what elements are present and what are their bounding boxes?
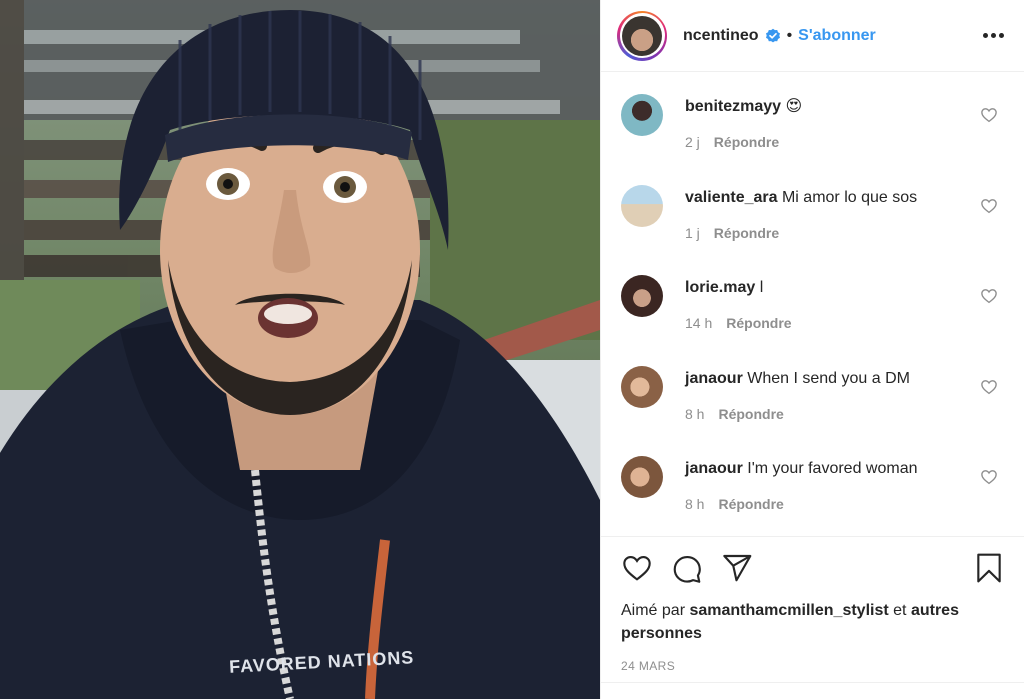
- commenter-avatar[interactable]: [621, 184, 663, 227]
- header-separator: •: [786, 26, 793, 44]
- comment-like-heart-icon[interactable]: [980, 468, 998, 486]
- commenter-avatar[interactable]: [621, 275, 663, 317]
- reply-button[interactable]: Répondre: [714, 225, 779, 241]
- comment-username[interactable]: benitezmayy: [685, 98, 781, 115]
- likes-summary: Aimé par samanthamcmillen_stylist et aut…: [601, 599, 1024, 645]
- post-photo-illustration: FAVORED NATIONS: [0, 0, 600, 699]
- comment-username[interactable]: valiente_ara: [685, 189, 778, 206]
- comment-username[interactable]: janaour: [685, 460, 743, 477]
- comment-input-divider: [601, 682, 1024, 683]
- comment-text: l: [759, 279, 764, 296]
- bookmark-icon[interactable]: [973, 552, 1005, 584]
- post-header: ncentineo • S'abonner: [601, 0, 1024, 72]
- reply-button[interactable]: Répondre: [718, 406, 783, 422]
- verified-badge-icon: [765, 28, 781, 44]
- comment-time: 8 h: [685, 496, 705, 512]
- commenter-avatar[interactable]: [621, 365, 663, 408]
- commenter-avatar[interactable]: [621, 94, 663, 136]
- reply-button[interactable]: Répondre: [714, 134, 779, 150]
- author-avatar[interactable]: [617, 10, 667, 61]
- comment-username[interactable]: janaour: [685, 370, 743, 387]
- comment-item: janaour I'm your favored woman 8 h Répond…: [601, 438, 1024, 529]
- commenter-avatar[interactable]: [621, 456, 663, 498]
- comment-text: When I send you a DM: [747, 369, 910, 387]
- author-avatar-image: [622, 15, 662, 56]
- action-bar: [601, 537, 1024, 599]
- comment-like-heart-icon[interactable]: [980, 287, 998, 305]
- comment-text: I'm your favored woman: [747, 460, 918, 477]
- comment-text: 😍: [785, 98, 803, 115]
- post-photo[interactable]: FAVORED NATIONS: [0, 0, 600, 699]
- post-side-panel: ncentineo • S'abonner benitezmayy 😍 2 j R…: [600, 0, 1024, 699]
- liker-username[interactable]: samanthamcmillen_stylist: [689, 602, 888, 619]
- comment-like-heart-icon[interactable]: [980, 378, 998, 396]
- comment-text: Mi amor lo que sos: [781, 188, 918, 206]
- comment-time: 14 h: [685, 315, 713, 331]
- comment-like-heart-icon[interactable]: [980, 106, 998, 124]
- comment-item: benitezmayy 😍 2 j Répondre: [601, 76, 1024, 167]
- comment-time: 2 j: [685, 134, 700, 150]
- comment-item: lorie.may l 14 h Répondre: [601, 257, 1024, 348]
- comment-username[interactable]: lorie.may: [685, 279, 755, 296]
- author-username[interactable]: ncentineo: [683, 27, 759, 45]
- comment-item: janaour When I send you a DM 8 h Répondre: [601, 348, 1024, 439]
- likes-prefix: Aimé par: [621, 602, 686, 619]
- post-actions-area: Aimé par samanthamcmillen_stylist et aut…: [601, 536, 1024, 673]
- comments-list[interactable]: benitezmayy 😍 2 j Répondre valiente_ara M…: [601, 72, 1024, 536]
- comment-like-heart-icon[interactable]: [980, 197, 998, 215]
- share-icon[interactable]: [721, 552, 753, 584]
- heart-icon[interactable]: [621, 552, 653, 584]
- more-options-icon[interactable]: [979, 27, 1008, 44]
- likes-suffix: et: [893, 602, 907, 619]
- comment-item: valiente_ara Mi amor lo que sos 1 j Répon…: [601, 167, 1024, 258]
- comment-time: 1 j: [685, 224, 700, 241]
- post-date[interactable]: 24 MARS: [601, 645, 1024, 673]
- follow-button[interactable]: S'abonner: [798, 27, 876, 45]
- comment-icon[interactable]: [671, 552, 703, 584]
- reply-button[interactable]: Répondre: [726, 315, 791, 331]
- reply-button[interactable]: Répondre: [718, 496, 783, 512]
- comment-time: 8 h: [685, 405, 705, 422]
